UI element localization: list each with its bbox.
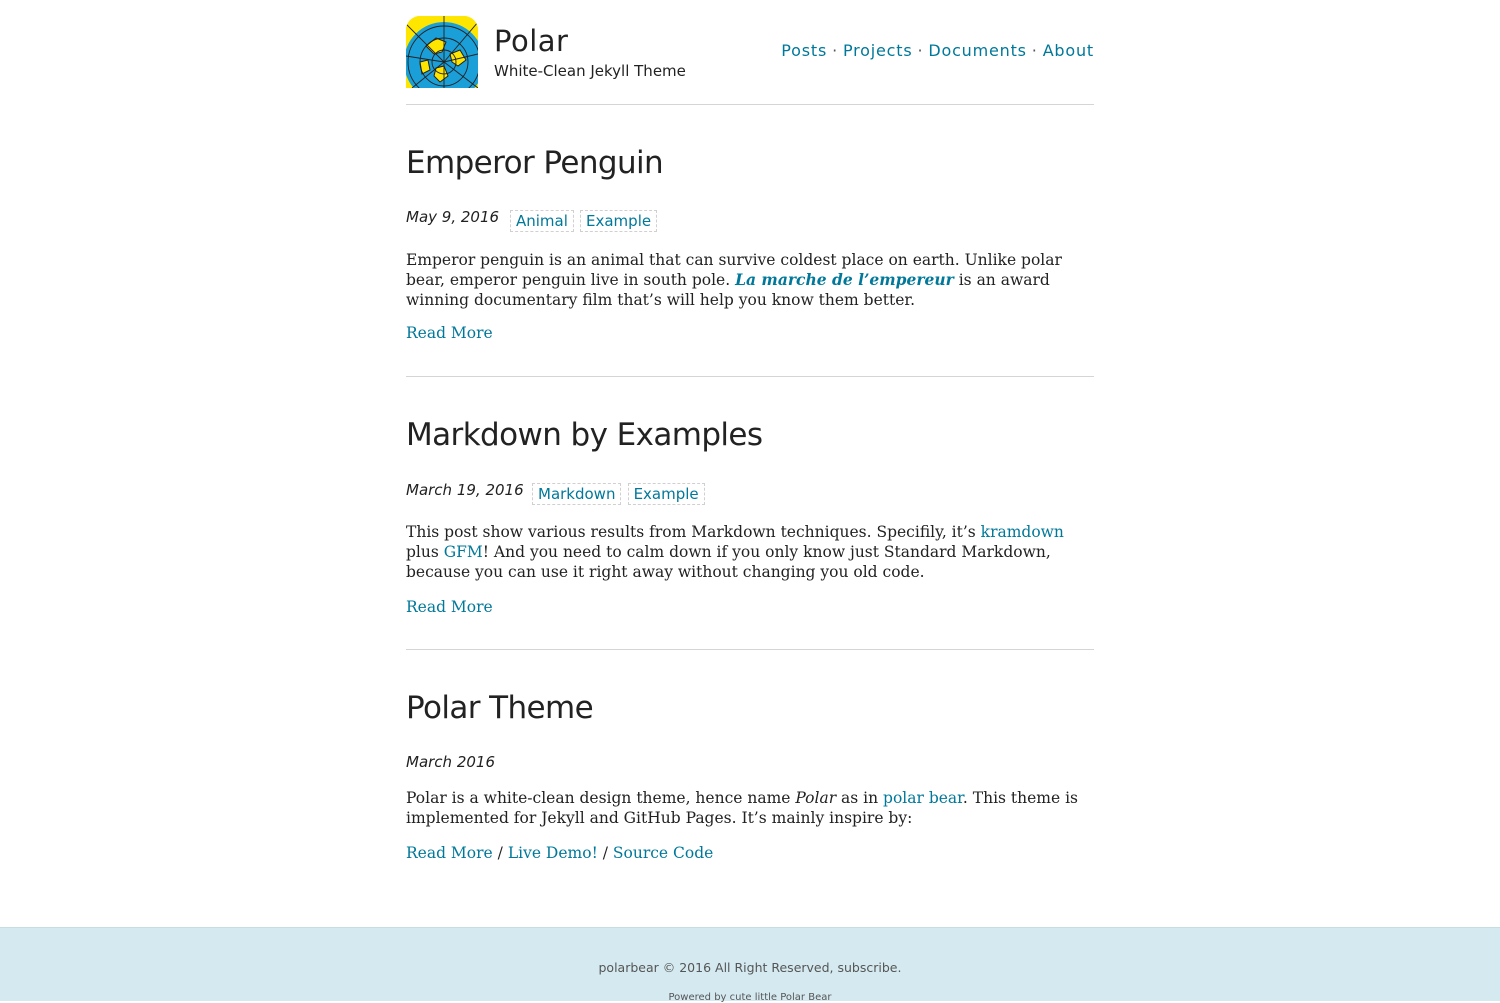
post-excerpt: This post show various results from Mark… xyxy=(406,522,1094,582)
post-tags: Animal Example xyxy=(510,210,658,232)
post-links-row: Read More / Live Demo! / Source Code xyxy=(406,844,713,862)
post-meta: May 9, 2016 Animal Example xyxy=(406,208,1094,238)
polar-bear-link[interactable]: polar bear xyxy=(883,789,963,807)
nav-documents[interactable]: Documents xyxy=(928,41,1026,60)
post-date: March 2016 xyxy=(406,753,495,771)
gfm-link[interactable]: GFM xyxy=(444,543,483,561)
link-separator: / xyxy=(497,844,503,862)
post-polar-theme: Polar Theme March 2016 Polar is a white-… xyxy=(406,650,1094,890)
nav-separator: · xyxy=(917,41,924,60)
site-title[interactable]: Polar xyxy=(494,24,568,58)
post-markdown-by-examples: Markdown by Examples March 19, 2016 Mark… xyxy=(406,377,1094,650)
nav-separator: · xyxy=(832,41,838,60)
globe-logo-icon[interactable] xyxy=(406,16,478,88)
post-date: May 9, 2016 xyxy=(406,208,500,226)
subscribe-link[interactable]: subscribe xyxy=(838,960,898,975)
excerpt-text: ! And you need to calm down if you only … xyxy=(406,543,1051,581)
post-emperor-penguin: Emperor Penguin May 9, 2016 Animal Examp… xyxy=(406,105,1094,377)
tag-example[interactable]: Example xyxy=(580,210,658,232)
excerpt-text: This post show various results from Mark… xyxy=(406,523,981,541)
tag-example[interactable]: Example xyxy=(627,483,705,505)
post-date: March 19, 2016 xyxy=(406,481,524,499)
excerpt-text: Polar is a white-clean design theme, hen… xyxy=(406,789,796,807)
footer-author-link[interactable]: polarbear xyxy=(599,960,659,975)
read-more-row: Read More xyxy=(406,598,493,616)
post-meta: March 2016 xyxy=(406,753,1094,783)
post-title[interactable]: Emperor Penguin xyxy=(406,145,664,181)
footer-text: . xyxy=(897,960,902,975)
post-title[interactable]: Markdown by Examples xyxy=(406,417,763,453)
footer-copyright: polarbear © 2016 All Right Reserved, sub… xyxy=(0,960,1500,975)
film-link[interactable]: La marche de l’empereur xyxy=(735,270,954,289)
post-excerpt: Polar is a white-clean design theme, hen… xyxy=(406,788,1094,828)
site-subtitle: White-Clean Jekyll Theme xyxy=(494,62,686,80)
main-nav: Posts · Projects · Documents · About xyxy=(781,41,1094,60)
post-meta: March 19, 2016 Markdown Example xyxy=(406,481,1094,511)
read-more-row: Read More xyxy=(406,324,493,342)
post-title[interactable]: Polar Theme xyxy=(406,690,594,726)
nav-projects[interactable]: Projects xyxy=(843,41,912,60)
post-tags: Markdown Example xyxy=(532,483,706,505)
excerpt-text: plus xyxy=(406,543,444,561)
kramdown-link[interactable]: kramdown xyxy=(981,523,1064,541)
live-demo-link[interactable]: Live Demo! xyxy=(508,844,598,862)
tag-markdown[interactable]: Markdown xyxy=(532,483,622,505)
read-more-link[interactable]: Read More xyxy=(406,598,493,616)
page-container: Polar White-Clean Jekyll Theme Posts · Pro… xyxy=(406,0,1094,890)
footer-powered-by: Powered by cute little Polar Bear xyxy=(668,992,832,1003)
nav-posts[interactable]: Posts xyxy=(781,41,827,60)
read-more-link[interactable]: Read More xyxy=(406,324,493,342)
footer-text: © 2016 All Right Reserved, xyxy=(658,960,838,975)
polar-emphasis: Polar xyxy=(795,789,837,807)
excerpt-text: as in xyxy=(836,789,884,807)
link-separator: / xyxy=(602,844,608,862)
nav-separator: · xyxy=(1031,41,1038,60)
site-header: Polar White-Clean Jekyll Theme Posts · Pro… xyxy=(406,0,1094,105)
source-code-link[interactable]: Source Code xyxy=(613,844,713,862)
site-footer: polarbear © 2016 All Right Reserved, sub… xyxy=(0,927,1500,1003)
post-excerpt: Emperor penguin is an animal that can su… xyxy=(406,250,1094,310)
nav-about[interactable]: About xyxy=(1043,41,1094,60)
read-more-link[interactable]: Read More xyxy=(406,844,493,862)
tag-animal[interactable]: Animal xyxy=(510,210,574,232)
